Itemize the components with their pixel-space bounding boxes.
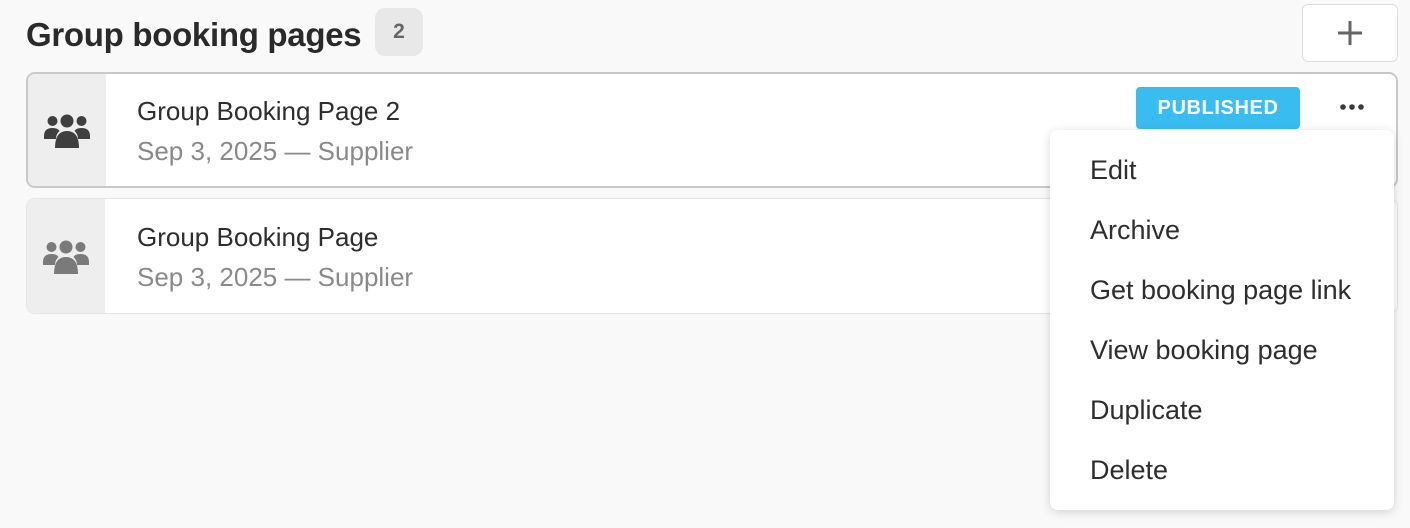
- status-badge: PUBLISHED: [1136, 87, 1300, 129]
- menu-item-archive[interactable]: Archive: [1050, 200, 1394, 260]
- card-meta: Sep 3, 2025 — Supplier: [137, 262, 414, 292]
- page-title: Group booking pages: [26, 16, 362, 53]
- card-title[interactable]: Group Booking Page: [137, 221, 378, 253]
- menu-item-view[interactable]: View booking page: [1050, 320, 1394, 380]
- menu-item-duplicate[interactable]: Duplicate: [1050, 380, 1394, 440]
- menu-item-delete[interactable]: Delete: [1050, 440, 1394, 500]
- card-title[interactable]: Group Booking Page 2: [137, 95, 400, 127]
- page-header: Group booking pages 2: [26, 4, 1398, 62]
- actions-dropdown-menu: Edit Archive Get booking page link View …: [1050, 130, 1394, 510]
- count-badge: 2: [375, 8, 423, 56]
- card-meta: Sep 3, 2025 — Supplier: [137, 136, 414, 166]
- more-horizontal-icon: [1340, 104, 1364, 110]
- group-icon: [44, 114, 90, 148]
- card-icon-panel: [28, 74, 106, 186]
- add-booking-page-button[interactable]: [1302, 4, 1398, 62]
- card-icon-panel: [27, 199, 105, 313]
- more-options-button[interactable]: [1330, 92, 1374, 122]
- plus-icon: [1338, 21, 1362, 45]
- group-icon: [43, 240, 89, 274]
- menu-item-get-link[interactable]: Get booking page link: [1050, 260, 1394, 320]
- menu-item-edit[interactable]: Edit: [1050, 140, 1394, 200]
